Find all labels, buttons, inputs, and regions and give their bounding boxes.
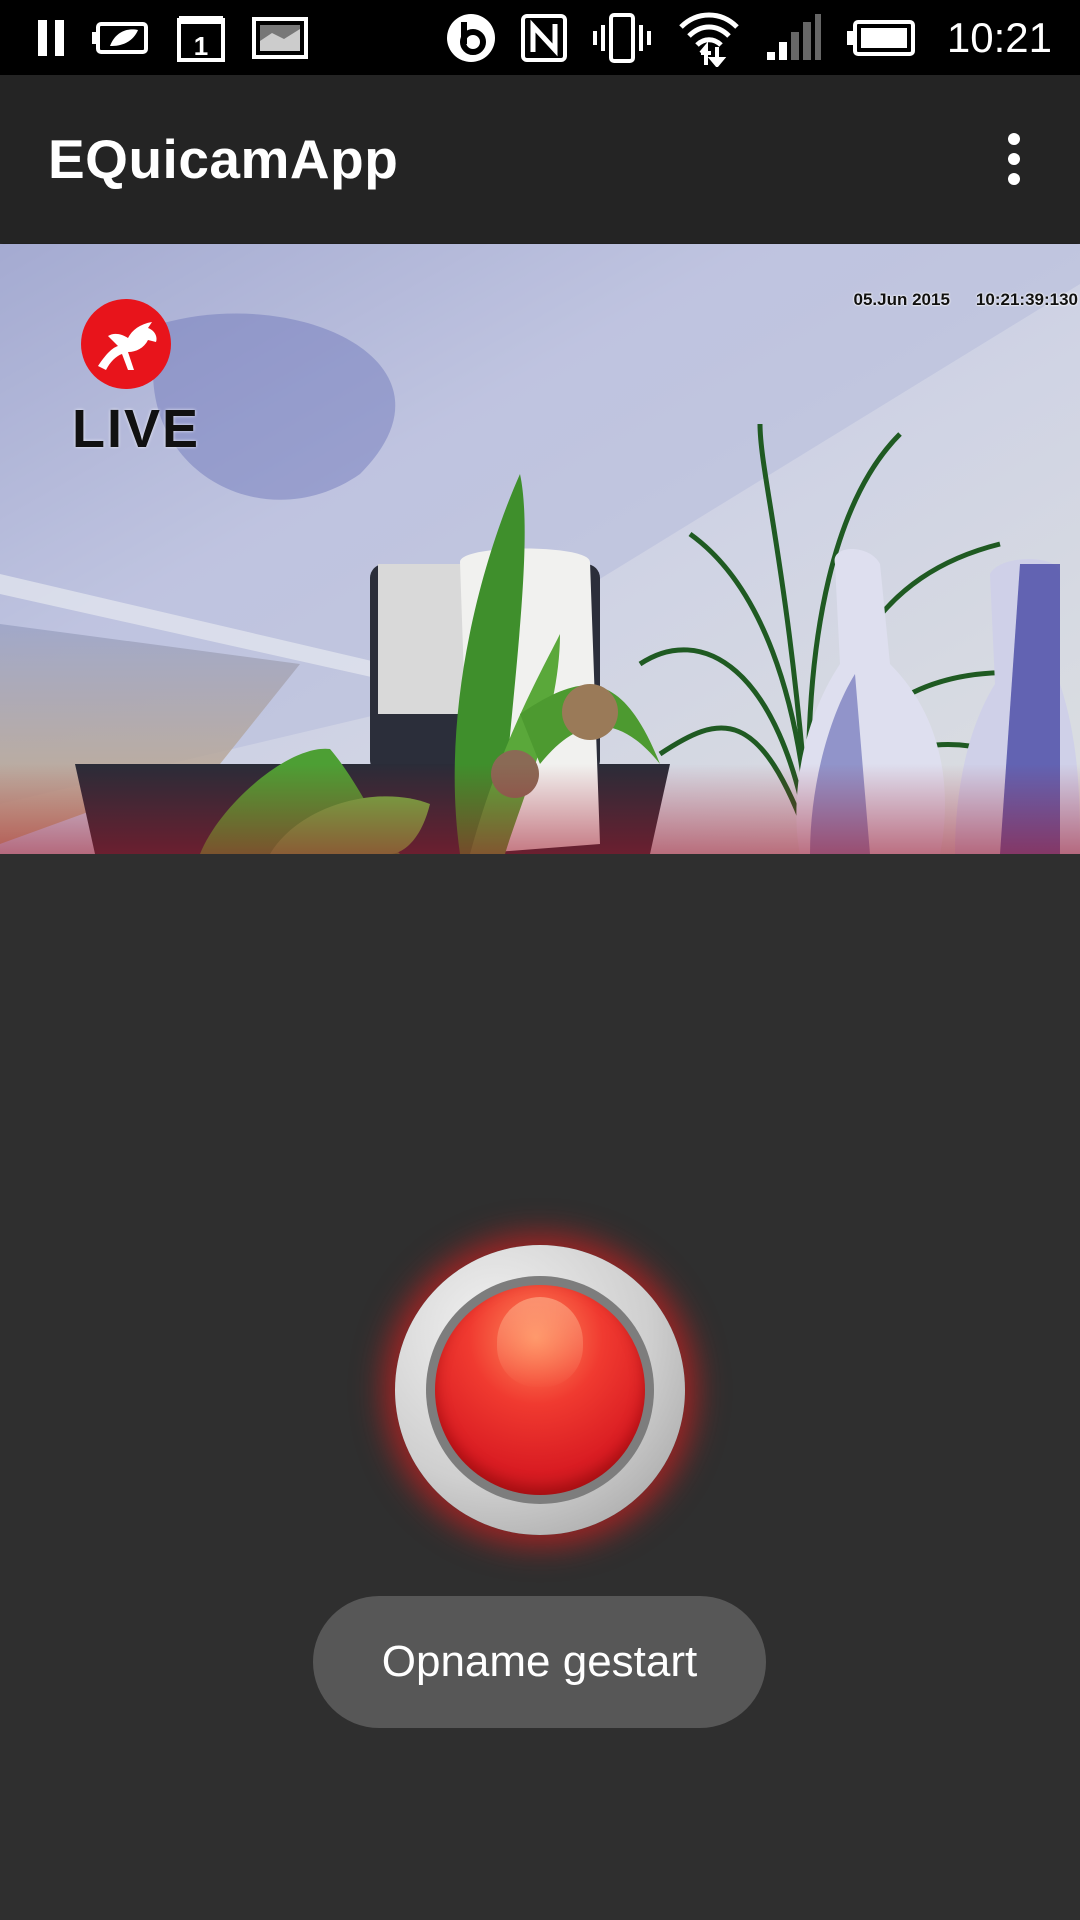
battery-icon (846, 20, 917, 56)
nfc-icon (520, 14, 567, 62)
camera-time: 10:21:39:130 (975, 290, 1078, 309)
app-bar: EQuicamApp (0, 75, 1080, 243)
gallery-icon (252, 17, 308, 59)
record-button[interactable] (380, 1230, 700, 1550)
pause-icon (36, 18, 66, 58)
status-bar: 1 10:21 (0, 0, 1080, 75)
camera-live-view[interactable]: 05.Jun 2015 10:21:39:130 LIVE (0, 244, 1080, 854)
calendar-icon: 1 (176, 14, 226, 62)
overflow-menu-icon (1008, 133, 1020, 145)
battery-saver-icon (92, 20, 150, 56)
toast-message: Opname gestart (313, 1596, 766, 1728)
record-button-icon (435, 1285, 645, 1495)
horse-logo-icon (78, 296, 174, 392)
vibrate-icon (591, 13, 653, 63)
calendar-day: 1 (194, 31, 208, 61)
live-label: LIVE (72, 399, 201, 459)
camera-timestamp: 05.Jun 2015 10:21:39:130 (854, 290, 1078, 310)
overflow-menu-dot (1008, 173, 1020, 185)
app-title: EQuicamApp (48, 128, 399, 190)
camera-date: 05.Jun 2015 (853, 290, 950, 309)
beats-icon (445, 12, 497, 64)
wifi-icon (677, 9, 741, 67)
overflow-menu-button[interactable] (984, 129, 1044, 189)
toast-text: Opname gestart (381, 1637, 698, 1686)
overflow-menu-dot (1008, 153, 1020, 165)
signal-icon (765, 14, 823, 62)
status-time: 10:21 (946, 14, 1052, 61)
